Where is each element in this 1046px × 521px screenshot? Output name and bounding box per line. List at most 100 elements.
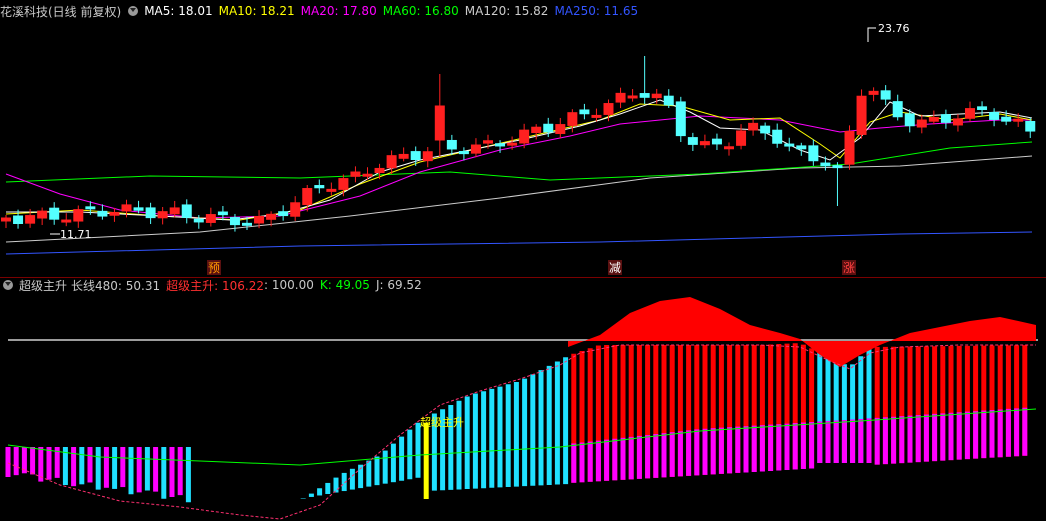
high-price-label: 23.76 bbox=[878, 22, 910, 35]
candle-body bbox=[350, 171, 361, 177]
k-value: K: 49.05 bbox=[319, 278, 370, 292]
candle-body bbox=[470, 144, 481, 154]
marker-yu-text: 预 bbox=[208, 261, 220, 275]
candle-body bbox=[531, 126, 542, 133]
candle-body bbox=[928, 117, 939, 122]
candle-body bbox=[1, 217, 11, 222]
candle-body bbox=[772, 129, 783, 144]
ma60-label: MA60: 16.80 bbox=[382, 4, 459, 18]
candle-body bbox=[326, 188, 337, 192]
ma120-label: MA120: 15.82 bbox=[464, 4, 549, 18]
candle-body bbox=[434, 105, 445, 141]
candle-body bbox=[49, 207, 60, 220]
low-price-label: 11.71 bbox=[60, 228, 92, 241]
candle-body bbox=[169, 207, 180, 215]
candle-body bbox=[121, 204, 132, 212]
candle-body bbox=[386, 155, 397, 169]
candle-body bbox=[302, 188, 313, 206]
ma-line-1 bbox=[5, 155, 1033, 243]
long-line-value: 长线480: 50.31 bbox=[71, 278, 161, 293]
candle-body bbox=[266, 213, 277, 220]
candle-body bbox=[314, 185, 325, 189]
candle-body bbox=[748, 122, 759, 131]
candle-body bbox=[507, 142, 518, 146]
marker-zhang-text: 涨 bbox=[843, 260, 855, 275]
candle-body bbox=[242, 222, 252, 226]
candle-body bbox=[181, 204, 192, 218]
candle-body bbox=[145, 207, 156, 219]
candle-body bbox=[591, 114, 602, 118]
candle-body bbox=[952, 118, 963, 126]
candle-body bbox=[603, 103, 614, 115]
candle-body bbox=[278, 211, 289, 217]
candle-body bbox=[820, 162, 831, 167]
candle-body bbox=[579, 109, 590, 115]
candle-body bbox=[940, 114, 951, 123]
candle-body bbox=[977, 106, 988, 110]
settings-toggle-icon[interactable] bbox=[128, 6, 139, 16]
candlestick-chart[interactable]: 23.76 11.71 预 减 涨 bbox=[0, 20, 1046, 278]
candle-body bbox=[832, 165, 843, 169]
candle-body bbox=[627, 95, 638, 99]
super-main-value: 超级主升: 106.22 bbox=[166, 278, 264, 293]
candle-body bbox=[338, 178, 349, 190]
indicator-toggle-icon[interactable] bbox=[3, 280, 13, 290]
ma-line-0 bbox=[5, 231, 1033, 255]
candle-body bbox=[711, 138, 722, 145]
candle-body bbox=[61, 219, 72, 223]
candle-body bbox=[651, 93, 662, 99]
candle-body bbox=[290, 202, 301, 217]
candle-body bbox=[483, 140, 493, 144]
candle-body bbox=[880, 90, 891, 100]
candle-body bbox=[362, 173, 373, 177]
candle-body bbox=[254, 215, 265, 224]
candle-body bbox=[724, 146, 734, 150]
ma-line-2 bbox=[5, 141, 1033, 183]
signal-label: 超级主升 bbox=[420, 415, 464, 429]
ma-line-4 bbox=[5, 103, 1033, 221]
candle-body bbox=[1025, 120, 1036, 132]
candle-body bbox=[37, 210, 48, 219]
candle-body bbox=[784, 143, 795, 147]
marker-yu[interactable]: 预 bbox=[207, 260, 221, 275]
indicator-chart[interactable]: 超级主升 bbox=[0, 295, 1046, 521]
indicator-name: 超级主升 bbox=[19, 278, 68, 293]
candle-body bbox=[73, 209, 84, 222]
candle-body bbox=[796, 145, 807, 150]
candle-body bbox=[687, 137, 698, 145]
candle-body bbox=[398, 153, 409, 159]
candle-body bbox=[904, 113, 915, 127]
candle-body bbox=[699, 141, 710, 146]
marker-zhang[interactable]: 涨 bbox=[842, 260, 856, 275]
marker-jian[interactable]: 减 bbox=[608, 260, 622, 275]
candle-body bbox=[446, 139, 457, 150]
candle-body bbox=[519, 129, 530, 144]
high-price-annotation: 23.76 bbox=[867, 22, 910, 42]
candle-body bbox=[193, 218, 204, 223]
candle-body bbox=[1001, 116, 1012, 122]
marker-jian-text: 减 bbox=[609, 261, 621, 275]
candle-body bbox=[410, 151, 421, 161]
candle-body bbox=[916, 119, 927, 128]
candle-body bbox=[868, 90, 879, 95]
candle-body bbox=[25, 215, 36, 224]
ma-line-3 bbox=[5, 115, 1032, 219]
j-value: J: 69.52 bbox=[375, 278, 422, 292]
ma5-label: MA5: 18.01 bbox=[144, 4, 213, 18]
candle-body bbox=[844, 130, 855, 165]
candle-body bbox=[422, 151, 433, 162]
candle-body bbox=[965, 108, 975, 119]
candle-body bbox=[856, 95, 867, 135]
ma20-label: MA20: 17.80 bbox=[300, 4, 377, 18]
candle-body bbox=[760, 125, 771, 134]
candle-body bbox=[736, 130, 747, 146]
ref-line-value: : 100.00 bbox=[264, 278, 314, 292]
indicator-header: 超级主升 长线480: 50.31 超级主升: 106.22 : 100.00 … bbox=[0, 276, 428, 294]
candle-body bbox=[543, 123, 554, 133]
candle-body bbox=[85, 206, 96, 210]
candle-body bbox=[133, 207, 144, 211]
candle-body bbox=[229, 217, 240, 226]
candle-body bbox=[205, 214, 216, 223]
candle-body bbox=[892, 101, 903, 118]
candle-body bbox=[217, 211, 228, 216]
